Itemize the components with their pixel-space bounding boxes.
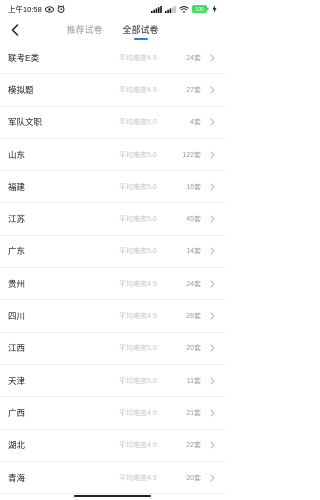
chevron-right-icon bbox=[201, 54, 215, 62]
paper-set-count: 22套 bbox=[186, 442, 201, 450]
paper-list-item[interactable]: 湖北 平均难度4.9 22套 bbox=[0, 430, 225, 462]
paper-category-name: 模拟题 bbox=[8, 84, 34, 95]
paper-list-item[interactable]: 四川 平均难度4.9 28套 bbox=[0, 300, 225, 333]
paper-average-difficulty: 平均难度5.0 bbox=[119, 345, 157, 353]
paper-category-name: 山东 bbox=[8, 149, 26, 160]
tab-recommended[interactable]: 推荐试卷 bbox=[64, 18, 104, 42]
paper-average-difficulty: 平均难度4.9 bbox=[119, 86, 157, 94]
paper-set-count: 27套 bbox=[186, 86, 201, 94]
paper-list-item[interactable]: 江苏 平均难度5.0 45套 bbox=[0, 203, 225, 236]
paper-set-count: 24套 bbox=[186, 280, 201, 288]
paper-category-name: 福建 bbox=[8, 181, 26, 192]
paper-category-name: 联考E类 bbox=[8, 52, 40, 63]
notification-eye-icon bbox=[44, 5, 54, 13]
paper-category-name: 贵州 bbox=[8, 278, 26, 289]
paper-average-difficulty: 平均难度5.0 bbox=[119, 248, 157, 256]
chevron-right-icon bbox=[201, 118, 215, 126]
paper-list-item[interactable]: 山东 平均难度5.0 122套 bbox=[0, 139, 225, 172]
chevron-right-icon bbox=[201, 473, 215, 482]
paper-category-name: 广东 bbox=[8, 246, 26, 257]
paper-list-item[interactable]: 青海 平均难度4.9 20套 bbox=[0, 462, 225, 495]
paper-list-item[interactable]: 福建 平均难度5.0 16套 bbox=[0, 171, 225, 204]
paper-set-count: 20套 bbox=[186, 345, 201, 353]
paper-set-count: 122套 bbox=[182, 151, 201, 159]
paper-set-count: 20套 bbox=[186, 474, 201, 482]
chevron-right-icon bbox=[201, 86, 215, 94]
alarm-icon bbox=[57, 5, 65, 13]
paper-list-item[interactable]: 联考E类 平均难度4.9 24套 bbox=[0, 42, 225, 75]
paper-set-count: 28套 bbox=[186, 313, 201, 321]
paper-category-name: 湖北 bbox=[8, 440, 26, 451]
paper-average-difficulty: 平均难度4.9 bbox=[119, 280, 157, 288]
paper-list-item[interactable]: 军队文职 平均难度5.0 4套 bbox=[0, 107, 225, 139]
paper-category-name: 江西 bbox=[8, 343, 26, 354]
tab-all[interactable]: 全部试卷 bbox=[121, 18, 161, 42]
paper-list-item[interactable]: 广东 平均难度5.0 14套 bbox=[0, 236, 225, 269]
paper-average-difficulty: 平均难度5.0 bbox=[119, 151, 157, 159]
chevron-right-icon bbox=[201, 441, 215, 449]
paper-set-count: 14套 bbox=[186, 248, 201, 256]
paper-set-count: 24套 bbox=[186, 54, 201, 62]
paper-list-item[interactable]: 贵州 平均难度4.9 24套 bbox=[0, 268, 225, 301]
paper-category-name: 广西 bbox=[8, 407, 26, 418]
charging-icon bbox=[212, 5, 217, 13]
chevron-right-icon bbox=[201, 247, 215, 255]
paper-category-name: 四川 bbox=[8, 311, 26, 322]
paper-list-item[interactable]: 广西 平均难度4.9 21套 bbox=[0, 397, 225, 430]
paper-average-difficulty: 平均难度5.0 bbox=[119, 183, 157, 191]
battery-icon: 100 bbox=[192, 5, 209, 13]
paper-category-name: 军队文职 bbox=[8, 117, 43, 128]
status-left: 上午10:58 bbox=[8, 4, 65, 15]
paper-set-count: 21套 bbox=[186, 409, 201, 417]
chevron-right-icon bbox=[201, 409, 215, 417]
chevron-right-icon bbox=[201, 280, 215, 288]
chevron-right-icon bbox=[201, 377, 215, 385]
paper-category-name: 天津 bbox=[8, 375, 26, 386]
chevron-right-icon bbox=[201, 215, 215, 223]
paper-list-item[interactable]: 江西 平均难度5.0 20套 bbox=[0, 333, 225, 365]
nav-bar: 推荐试卷 全部试卷 bbox=[0, 18, 225, 42]
chevron-right-icon bbox=[201, 312, 215, 320]
paper-set-count: 16套 bbox=[186, 183, 201, 191]
paper-average-difficulty: 平均难度5.0 bbox=[119, 119, 157, 127]
paper-list-item[interactable]: 天津 平均难度5.0 11套 bbox=[0, 365, 225, 398]
tab-bar: 推荐试卷 全部试卷 bbox=[0, 18, 225, 42]
paper-set-count: 4套 bbox=[190, 119, 201, 127]
status-time: 上午10:58 bbox=[8, 4, 42, 14]
wifi-icon bbox=[179, 5, 189, 13]
paper-average-difficulty: 平均难度4.9 bbox=[119, 442, 157, 450]
status-bar: 上午10:58 100 bbox=[0, 0, 225, 18]
back-button[interactable] bbox=[6, 21, 24, 39]
signal-icon-2 bbox=[165, 5, 176, 13]
paper-set-count: 45套 bbox=[186, 216, 201, 224]
battery-level: 100 bbox=[195, 7, 204, 13]
home-indicator[interactable] bbox=[74, 495, 151, 497]
signal-icon bbox=[151, 5, 162, 13]
paper-average-difficulty: 平均难度4.9 bbox=[119, 474, 157, 482]
paper-set-count: 11套 bbox=[186, 377, 201, 385]
chevron-right-icon bbox=[201, 344, 215, 352]
paper-average-difficulty: 平均难度4.9 bbox=[119, 313, 157, 321]
paper-category-name: 江苏 bbox=[8, 214, 26, 225]
chevron-right-icon bbox=[201, 150, 215, 159]
paper-list-item[interactable]: 模拟题 平均难度4.9 27套 bbox=[0, 74, 225, 107]
chevron-right-icon bbox=[201, 183, 215, 191]
paper-average-difficulty: 平均难度5.0 bbox=[119, 377, 157, 385]
chevron-left-icon bbox=[11, 24, 19, 36]
paper-category-name: 青海 bbox=[8, 472, 26, 483]
status-right: 100 bbox=[151, 5, 217, 13]
paper-average-difficulty: 平均难度5.0 bbox=[119, 216, 157, 224]
paper-average-difficulty: 平均难度4.9 bbox=[119, 54, 157, 62]
paper-list: 联考E类 平均难度4.9 24套 模拟题 平均难度4.9 27套 军队文职 平均难度5.0 4套… bbox=[0, 42, 225, 495]
paper-average-difficulty: 平均难度4.9 bbox=[119, 409, 157, 417]
